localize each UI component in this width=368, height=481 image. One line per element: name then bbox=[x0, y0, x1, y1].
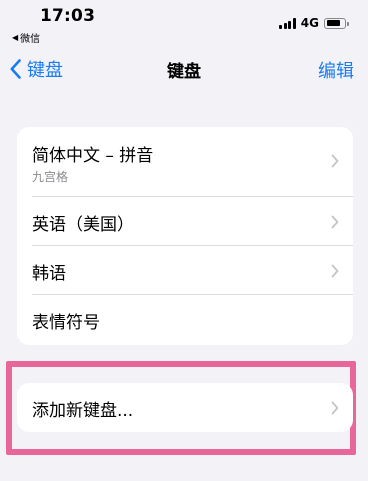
keyboard-item-english-us[interactable]: 英语（美国） bbox=[17, 197, 353, 246]
chevron-right-icon bbox=[331, 401, 339, 415]
add-keyboard-button[interactable]: 添加新键盘... bbox=[17, 383, 353, 432]
add-keyboard-group: 添加新键盘... bbox=[17, 383, 353, 432]
keyboard-item-label: 简体中文 – 拼音 bbox=[32, 146, 154, 166]
chevron-right-icon bbox=[331, 264, 339, 278]
keyboard-item-korean[interactable]: 韩语 bbox=[17, 246, 353, 295]
back-to-app-link[interactable]: ◀ 微信 bbox=[12, 30, 40, 45]
back-app-label: 微信 bbox=[20, 34, 41, 45]
back-button[interactable]: 键盘 bbox=[10, 56, 63, 82]
back-triangle-icon: ◀ bbox=[12, 33, 19, 42]
chevron-right-icon bbox=[331, 154, 339, 168]
keyboard-item-sublabel: 九宫格 bbox=[32, 170, 69, 184]
keyboard-item-label: 韩语 bbox=[32, 264, 66, 284]
chevron-right-icon bbox=[331, 215, 339, 229]
navigation-bar: 键盘 键盘 编辑 bbox=[0, 52, 368, 86]
network-type: 4G bbox=[300, 16, 319, 30]
add-keyboard-label: 添加新键盘... bbox=[32, 401, 134, 421]
status-time: 17:03 bbox=[40, 6, 96, 26]
keyboard-item-label: 英语（美国） bbox=[32, 215, 134, 235]
signal-icon bbox=[279, 17, 296, 29]
back-button-label: 键盘 bbox=[27, 60, 63, 81]
battery-icon bbox=[324, 17, 349, 29]
status-indicators: 4G bbox=[279, 16, 349, 30]
edit-button[interactable]: 编辑 bbox=[318, 57, 354, 83]
chevron-left-icon bbox=[10, 59, 21, 79]
keyboard-list: 简体中文 – 拼音 九宫格 英语（美国） 韩语 表情符号 bbox=[17, 127, 353, 345]
keyboard-item-emoji[interactable]: 表情符号 bbox=[17, 295, 353, 344]
status-bar: 17:03 ◀ 微信 4G bbox=[0, 0, 368, 45]
keyboard-item-pinyin[interactable]: 简体中文 – 拼音 九宫格 bbox=[17, 127, 353, 197]
keyboard-item-label: 表情符号 bbox=[32, 313, 100, 333]
